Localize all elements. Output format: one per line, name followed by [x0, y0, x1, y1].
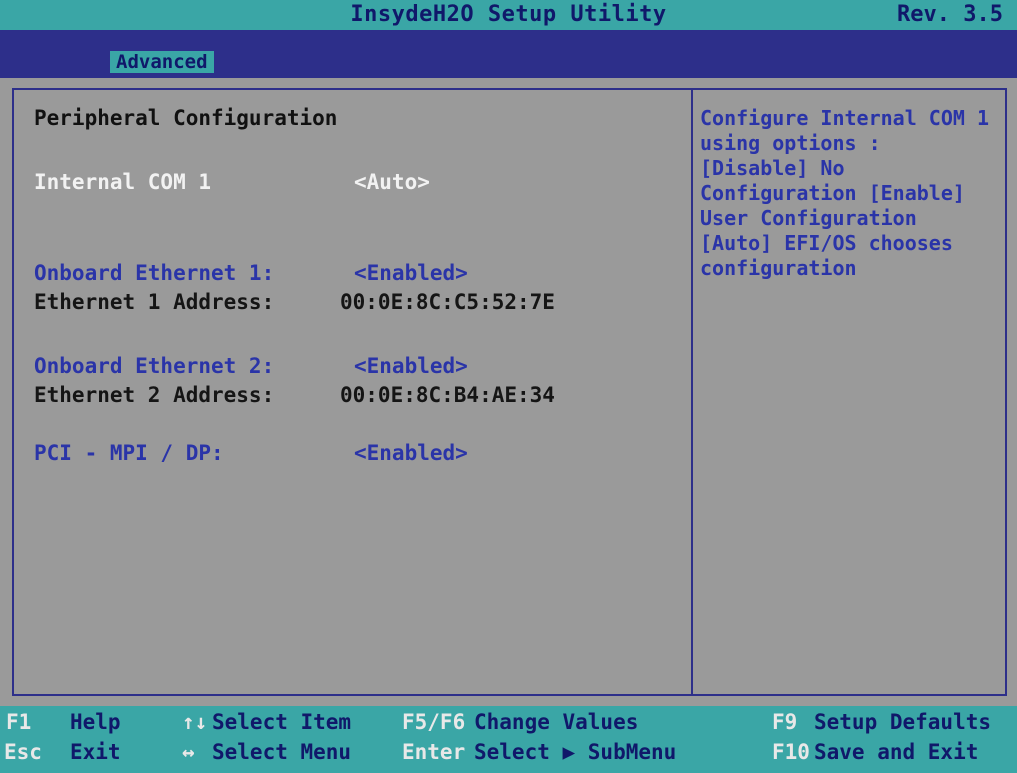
key-enter: Enter: [402, 740, 466, 764]
setting-value[interactable]: <Enabled>: [354, 261, 468, 285]
help-panel: Configure Internal COM 1 using options :…: [700, 106, 1012, 281]
key-action-select-submenu: Select ▶ SubMenu: [474, 740, 677, 764]
setting-label: Onboard Ethernet 2:: [34, 354, 275, 378]
key-up-down: ↑↓: [182, 710, 208, 734]
key-esc: Esc: [4, 740, 42, 764]
app-title: InsydeH2O Setup Utility: [350, 2, 667, 27]
info-value: 00:0E:8C:C5:52:7E: [340, 290, 555, 314]
key-action-select-item: Select Item: [212, 710, 352, 734]
key-action-change-values: Change Values: [474, 710, 639, 734]
key-f10: F10: [772, 740, 810, 764]
key-f1: F1: [6, 710, 32, 734]
info-label: Ethernet 1 Address:: [34, 290, 275, 314]
setting-label: Internal COM 1: [34, 170, 212, 194]
setting-value[interactable]: <Enabled>: [354, 441, 468, 465]
setting-value[interactable]: <Auto>: [354, 170, 430, 194]
help-line: using options :: [700, 131, 881, 155]
key-action-exit: Exit: [70, 740, 121, 764]
setting-value[interactable]: <Enabled>: [354, 354, 468, 378]
key-legend-bar: F1 Help ↑↓ Select Item F5/F6 Change Valu…: [0, 706, 1017, 773]
key-action-setup-defaults: Setup Defaults: [814, 710, 992, 734]
help-divider: [691, 88, 693, 696]
key-f5-f6: F5/F6: [402, 710, 466, 734]
help-line: Configure Internal COM 1: [700, 106, 989, 130]
help-line: [Disable] No: [700, 156, 845, 180]
help-line: User Configuration: [700, 206, 917, 230]
key-f9: F9: [772, 710, 798, 734]
setting-label: PCI - MPI / DP:: [34, 441, 224, 465]
key-left-right: ↔: [182, 740, 195, 764]
help-line: Configuration [Enable]: [700, 181, 965, 205]
title-bar: InsydeH2O Setup Utility Rev. 3.5: [0, 0, 1017, 30]
key-action-save-and-exit: Save and Exit: [814, 740, 979, 764]
revision-label: Rev. 3.5: [897, 2, 1003, 27]
tab-advanced[interactable]: Advanced: [110, 51, 214, 73]
help-line: [Auto] EFI/OS chooses: [700, 231, 953, 255]
section-title: Peripheral Configuration: [34, 106, 338, 130]
key-action-help: Help: [70, 710, 121, 734]
info-value: 00:0E:8C:B4:AE:34: [340, 383, 555, 407]
help-line: configuration: [700, 256, 857, 280]
key-action-select-menu: Select Menu: [212, 740, 352, 764]
info-label: Ethernet 2 Address:: [34, 383, 275, 407]
setting-label: Onboard Ethernet 1:: [34, 261, 275, 285]
menu-bar: Advanced: [0, 30, 1017, 78]
